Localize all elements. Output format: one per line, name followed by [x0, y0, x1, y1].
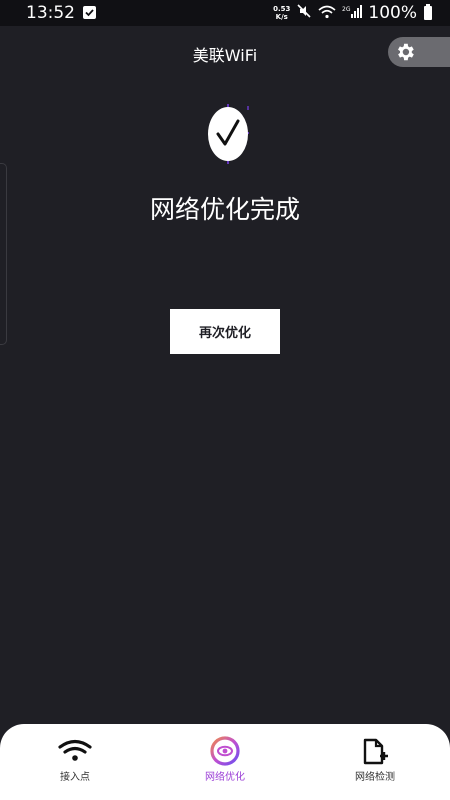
bottom-nav: 接入点 网络优化 网络检测 [0, 724, 450, 800]
mute-icon [296, 3, 312, 23]
nav-label-network-detect: 网络检测 [355, 772, 395, 783]
nav-item-network-optimize[interactable]: 网络优化 [150, 724, 300, 800]
notification-check-icon [83, 6, 96, 19]
nav-label-access-point: 接入点 [60, 772, 90, 783]
net-speed-value: 0.53 [273, 5, 291, 13]
battery-percent: 100% [368, 3, 417, 23]
nav-label-network-optimize: 网络优化 [205, 772, 245, 783]
document-plus-icon [358, 736, 392, 766]
battery-icon [424, 4, 432, 20]
app-title: 美联WiFi [192, 46, 258, 65]
cell-signal-icon: 2G [342, 4, 363, 23]
status-bar: 13:52 0.53 K/s 2G 100% [0, 0, 450, 26]
net-speed: 0.53 K/s [273, 5, 290, 21]
gear-icon [398, 43, 414, 61]
status-time: 13:52 [26, 3, 75, 23]
nav-item-network-detect[interactable]: 网络检测 [300, 724, 450, 800]
status-indicators: 0.53 K/s 2G 100% [273, 3, 432, 23]
result-title: 网络优化完成 [149, 195, 300, 224]
wifi-icon [58, 736, 92, 766]
settings-button[interactable] [388, 37, 450, 67]
nav-item-access-point[interactable]: 接入点 [0, 724, 150, 800]
net-speed-unit: K/s [275, 13, 288, 21]
optimize-icon [208, 736, 242, 766]
optimize-again-button[interactable]: 再次优化 [170, 309, 280, 354]
svg-text:2G: 2G [342, 6, 351, 13]
success-check-icon [207, 104, 249, 164]
wifi-signal-icon [318, 4, 336, 23]
